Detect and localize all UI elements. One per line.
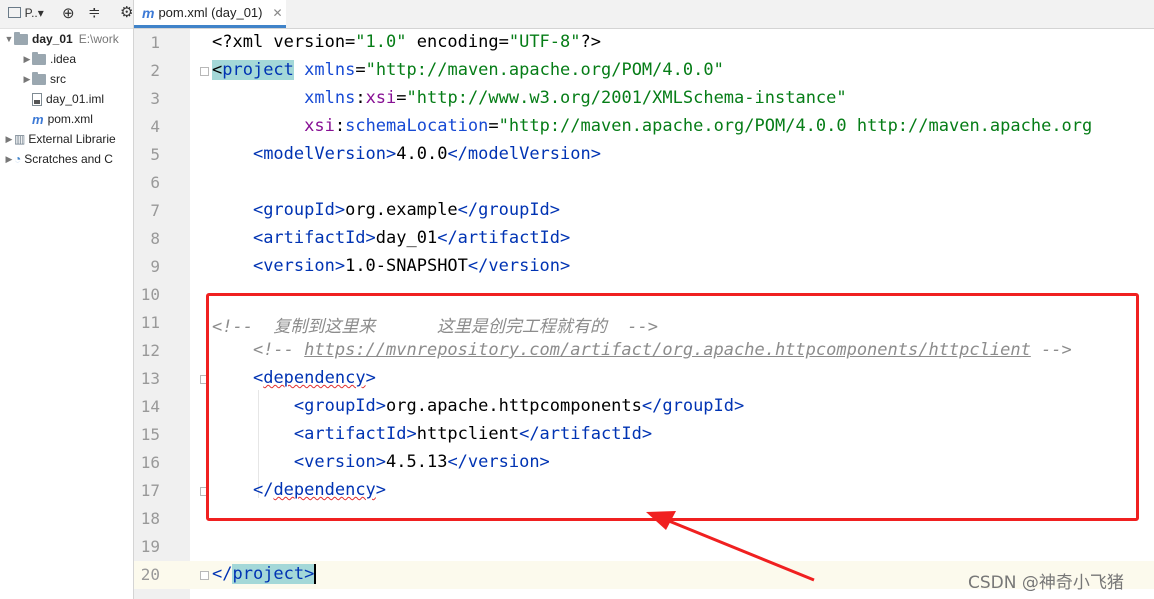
code-text[interactable]: xmlns:xsi="http://www.w3.org/2001/XMLSch… <box>212 88 847 108</box>
tree-item[interactable]: day_01.iml <box>0 89 104 109</box>
editor-tab-bar: m pom.xml (day_01) ✕ <box>134 0 1154 29</box>
code-text[interactable]: <artifactId>day_01</artifactId> <box>212 228 570 248</box>
tree-item[interactable]: m pom.xml <box>0 109 93 129</box>
tree-item-label: src <box>50 72 66 86</box>
code-line: 6 <box>134 169 1154 197</box>
tree-item-label: day_01 <box>32 32 73 46</box>
line-number: 11 <box>140 313 160 332</box>
fold-marker-icon[interactable] <box>200 67 209 76</box>
code-line: 3 xmlns:xsi="http://www.w3.org/2001/XMLS… <box>134 85 1154 113</box>
folder-icon <box>14 31 28 45</box>
iml-file-icon <box>32 92 42 106</box>
collapse-arrow-icon[interactable]: ▶ <box>4 154 14 165</box>
tree-item[interactable]: ▶ src <box>0 69 66 89</box>
library-icon: ▥ <box>14 132 26 146</box>
code-line: 1 <?xml version="1.0" encoding="UTF-8"?> <box>134 29 1154 57</box>
line-number: 12 <box>140 341 160 360</box>
collapse-arrow-icon[interactable]: ▶ <box>22 74 32 85</box>
project-toolbar: P..▾ ⊕ ≑ ⚙ <box>0 0 133 29</box>
locate-file-icon[interactable]: ⊕ <box>62 4 75 22</box>
tree-item[interactable]: ▶ ◔ Scratches and C <box>0 149 113 169</box>
folder-icon <box>32 51 46 65</box>
tree-item[interactable]: ▼ day_01 E:\work <box>0 29 119 49</box>
line-number: 14 <box>140 397 160 416</box>
line-number: 9 <box>150 257 160 276</box>
tree-item-path: E:\work <box>78 32 119 46</box>
code-line: 8 <artifactId>day_01</artifactId> <box>134 225 1154 253</box>
tree-item-label: Scratches and C <box>24 152 113 166</box>
code-line: 19 <box>134 533 1154 561</box>
code-line: 2 <project xmlns="http://maven.apache.org… <box>134 57 1154 85</box>
code-text[interactable]: xsi:schemaLocation="http://maven.apache.… <box>212 116 1092 136</box>
code-text[interactable]: <project xmlns="http://maven.apache.org/… <box>212 60 724 80</box>
tab-label: pom.xml (day_01) <box>158 5 263 20</box>
tree-item-label: pom.xml <box>47 112 93 126</box>
line-number: 2 <box>150 61 160 80</box>
line-number: 17 <box>140 481 160 500</box>
maven-file-icon: m <box>142 4 155 21</box>
project-view-selector[interactable]: P..▾ <box>8 5 44 20</box>
line-number: 8 <box>150 229 160 248</box>
code-text[interactable]: <modelVersion>4.0.0</modelVersion> <box>212 144 601 164</box>
line-number: 4 <box>150 117 160 136</box>
collapse-all-icon[interactable]: ≑ <box>88 3 101 21</box>
project-panel-icon <box>8 7 21 18</box>
code-text[interactable]: <?xml version="1.0" encoding="UTF-8"?> <box>212 32 601 52</box>
tree-item-label: day_01.iml <box>46 92 105 106</box>
project-view-label: P..▾ <box>24 6 44 20</box>
code-text[interactable]: </project> <box>212 564 317 584</box>
tree-item-label: External Librarie <box>28 132 116 146</box>
project-tool-window: P..▾ ⊕ ≑ ⚙ ▼ day_01 E:\work ▶ .idea ▶ src day_0… <box>0 0 134 599</box>
line-number: 18 <box>140 509 160 528</box>
tree-item[interactable]: ▶ .idea <box>0 49 76 69</box>
line-number: 16 <box>140 453 160 472</box>
collapse-arrow-icon[interactable]: ▶ <box>4 134 14 145</box>
code-text[interactable]: <groupId>org.example</groupId> <box>212 200 560 220</box>
fold-marker-icon[interactable] <box>200 571 209 580</box>
maven-file-icon: m <box>32 111 44 127</box>
code-line: 9 <version>1.0-SNAPSHOT</version> <box>134 253 1154 281</box>
line-number: 10 <box>140 285 160 304</box>
line-number: 5 <box>150 145 160 164</box>
expand-arrow-icon[interactable]: ▼ <box>4 34 14 44</box>
line-number: 7 <box>150 201 160 220</box>
scratch-icon: ◔ <box>14 152 22 166</box>
line-number: 13 <box>140 369 160 388</box>
line-number: 6 <box>150 173 160 192</box>
annotation-highlight-box <box>206 293 1139 521</box>
line-number: 19 <box>140 537 160 556</box>
code-line: 7 <groupId>org.example</groupId> <box>134 197 1154 225</box>
code-text[interactable]: <version>1.0-SNAPSHOT</version> <box>212 256 570 276</box>
code-line: 5 <modelVersion>4.0.0</modelVersion> <box>134 141 1154 169</box>
close-tab-icon[interactable]: ✕ <box>273 6 283 20</box>
line-number: 3 <box>150 89 160 108</box>
collapse-arrow-icon[interactable]: ▶ <box>22 54 32 65</box>
gear-icon[interactable]: ⚙ <box>120 3 133 21</box>
line-number: 20 <box>140 565 160 584</box>
line-number: 1 <box>150 33 160 52</box>
folder-icon <box>32 71 46 85</box>
code-line: 4 xsi:schemaLocation="http://maven.apach… <box>134 113 1154 141</box>
watermark-text: CSDN @神奇小飞猪 <box>968 573 1124 593</box>
tree-item[interactable]: ▶ ▥ External Librarie <box>0 129 116 149</box>
tab-pom-xml[interactable]: m pom.xml (day_01) ✕ <box>134 0 286 28</box>
line-number: 15 <box>140 425 160 444</box>
tree-item-label: .idea <box>50 52 77 66</box>
